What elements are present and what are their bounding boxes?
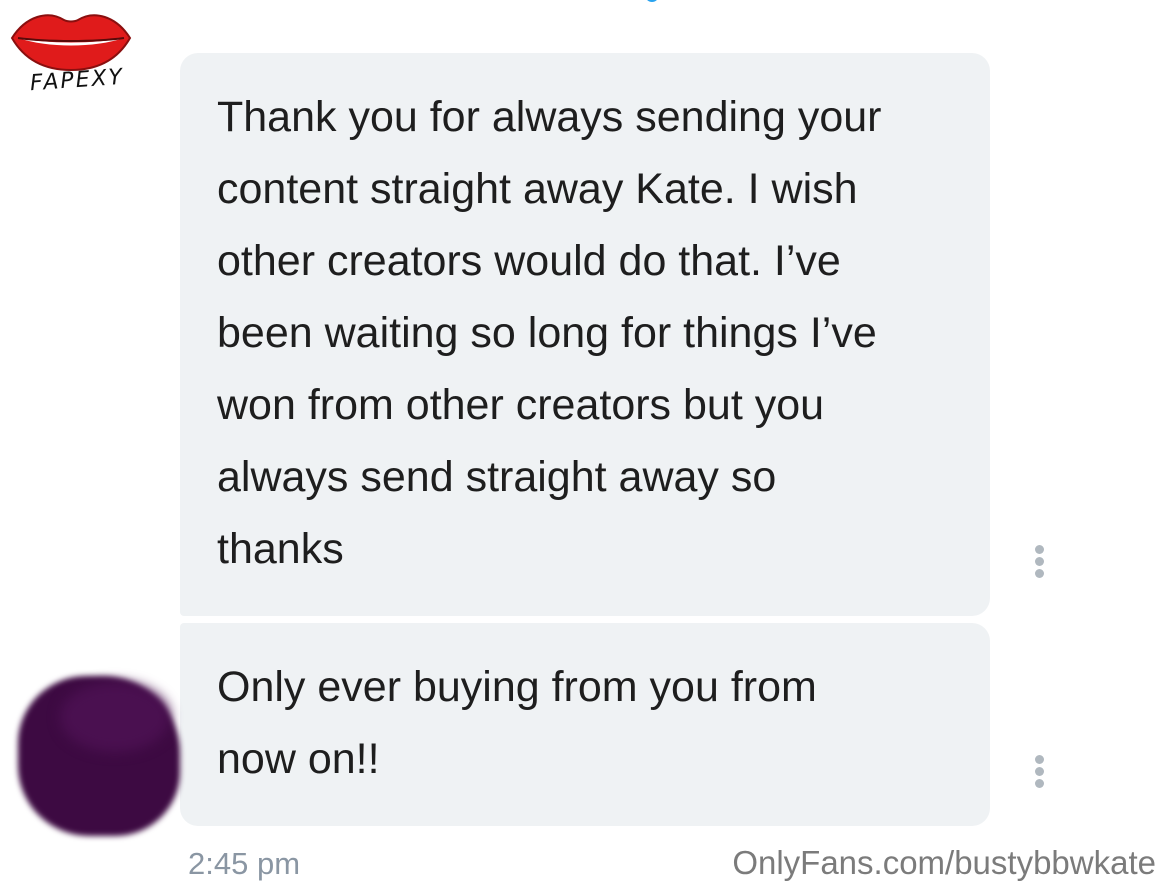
message-text-1: Thank you for always sending your conten… bbox=[217, 93, 882, 573]
dot bbox=[1034, 545, 1044, 554]
dot bbox=[1034, 779, 1044, 788]
top-indicator bbox=[645, 0, 659, 2]
avatar-shade bbox=[60, 682, 170, 752]
dot bbox=[1034, 569, 1044, 578]
lips-icon bbox=[10, 14, 132, 72]
message-bubble-1[interactable]: Thank you for always sending your conten… bbox=[180, 53, 990, 616]
message-menu-icon-2[interactable] bbox=[1030, 755, 1048, 795]
dot bbox=[1034, 557, 1044, 566]
message-menu-icon-1[interactable] bbox=[1030, 545, 1048, 585]
message-text-2: Only ever buying from you from now on!! bbox=[217, 663, 817, 783]
dot bbox=[1034, 755, 1044, 764]
fapexy-logo: FAPEXY bbox=[8, 8, 140, 104]
message-timestamp: 2:45 pm bbox=[188, 846, 301, 881]
message-bubble-2[interactable]: Only ever buying from you from now on!! bbox=[180, 623, 990, 826]
dot bbox=[1034, 767, 1044, 776]
watermark: OnlyFans.com/bustybbwkate bbox=[732, 844, 1156, 881]
